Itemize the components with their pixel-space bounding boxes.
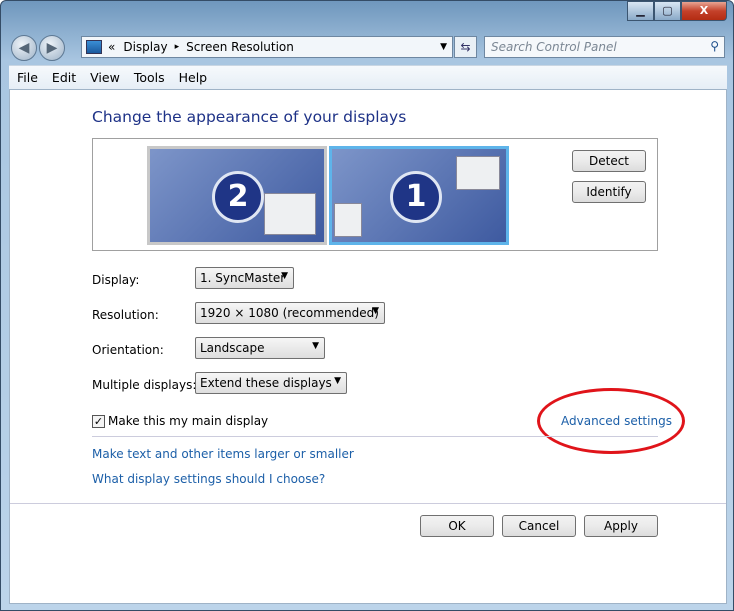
minimize-button[interactable]: ▁ — [627, 1, 654, 21]
resolution-label: Resolution: — [92, 308, 159, 322]
breadcrumb-screen-resolution[interactable]: Screen Resolution — [186, 40, 294, 54]
divider — [10, 503, 726, 504]
detect-button[interactable]: Detect — [572, 150, 646, 172]
maximize-button[interactable]: ▢ — [654, 1, 681, 21]
chevron-down-icon: ▼ — [372, 306, 379, 316]
chevron-down-icon: ▼ — [312, 341, 319, 351]
divider — [92, 436, 658, 437]
menu-help[interactable]: Help — [179, 70, 208, 85]
monitor-2[interactable]: 2 — [147, 146, 327, 245]
display-help-link[interactable]: What display settings should I choose? — [92, 472, 325, 486]
forward-button[interactable]: ▶ — [39, 35, 65, 61]
menu-tools[interactable]: Tools — [134, 70, 165, 85]
content-panel: Change the appearance of your displays 2… — [9, 89, 727, 604]
window-thumbnail — [456, 156, 500, 190]
main-display-checkbox[interactable]: ✓ — [92, 415, 105, 428]
display-preview: 2 1 Detect Identify — [92, 138, 658, 251]
menu-edit[interactable]: Edit — [52, 70, 76, 85]
menu-bar: File Edit View Tools Help — [9, 65, 727, 89]
chevron-down-icon: ▼ — [334, 376, 341, 386]
address-bar[interactable]: « Display ▸ Screen Resolution ▼ — [81, 36, 453, 58]
breadcrumb-separator-icon[interactable]: ▸ — [175, 42, 180, 52]
highlight-annotation — [537, 388, 685, 454]
search-input[interactable]: Search Control Panel ⚲ — [484, 36, 725, 58]
text-size-link[interactable]: Make text and other items larger or smal… — [92, 447, 354, 461]
cancel-button[interactable]: Cancel — [502, 515, 576, 537]
orientation-label: Orientation: — [92, 343, 164, 357]
identify-button[interactable]: Identify — [572, 181, 646, 203]
search-icon[interactable]: ⚲ — [710, 39, 719, 53]
breadcrumb-display[interactable]: Display — [123, 40, 167, 54]
display-select[interactable]: 1. SyncMaster ▼ — [195, 267, 294, 289]
monitor-1[interactable]: 1 — [329, 146, 509, 245]
menu-view[interactable]: View — [90, 70, 120, 85]
apply-button[interactable]: Apply — [584, 515, 658, 537]
display-label: Display: — [92, 273, 140, 287]
menu-file[interactable]: File — [17, 70, 38, 85]
orientation-select[interactable]: Landscape ▼ — [195, 337, 325, 359]
main-display-label[interactable]: Make this my main display — [108, 414, 268, 428]
window-thumbnail — [264, 193, 316, 235]
multiple-displays-label: Multiple displays: — [92, 378, 197, 392]
resolution-select[interactable]: 1920 × 1080 (recommended) ▼ — [195, 302, 385, 324]
start-menu-thumbnail — [334, 203, 362, 237]
window: ▁ ▢ X ◀ ▶ « Display ▸ Screen Resolution … — [0, 0, 734, 611]
control-panel-icon — [86, 40, 102, 54]
back-button[interactable]: ◀ — [11, 35, 37, 61]
breadcrumb-overflow[interactable]: « — [108, 40, 115, 54]
page-title: Change the appearance of your displays — [92, 108, 407, 126]
ok-button[interactable]: OK — [420, 515, 494, 537]
close-button[interactable]: X — [681, 1, 727, 21]
address-dropdown-icon[interactable]: ▼ — [440, 42, 447, 52]
multiple-displays-select[interactable]: Extend these displays ▼ — [195, 372, 347, 394]
chevron-down-icon: ▼ — [281, 271, 288, 281]
refresh-icon[interactable]: ⇆ — [454, 36, 477, 58]
